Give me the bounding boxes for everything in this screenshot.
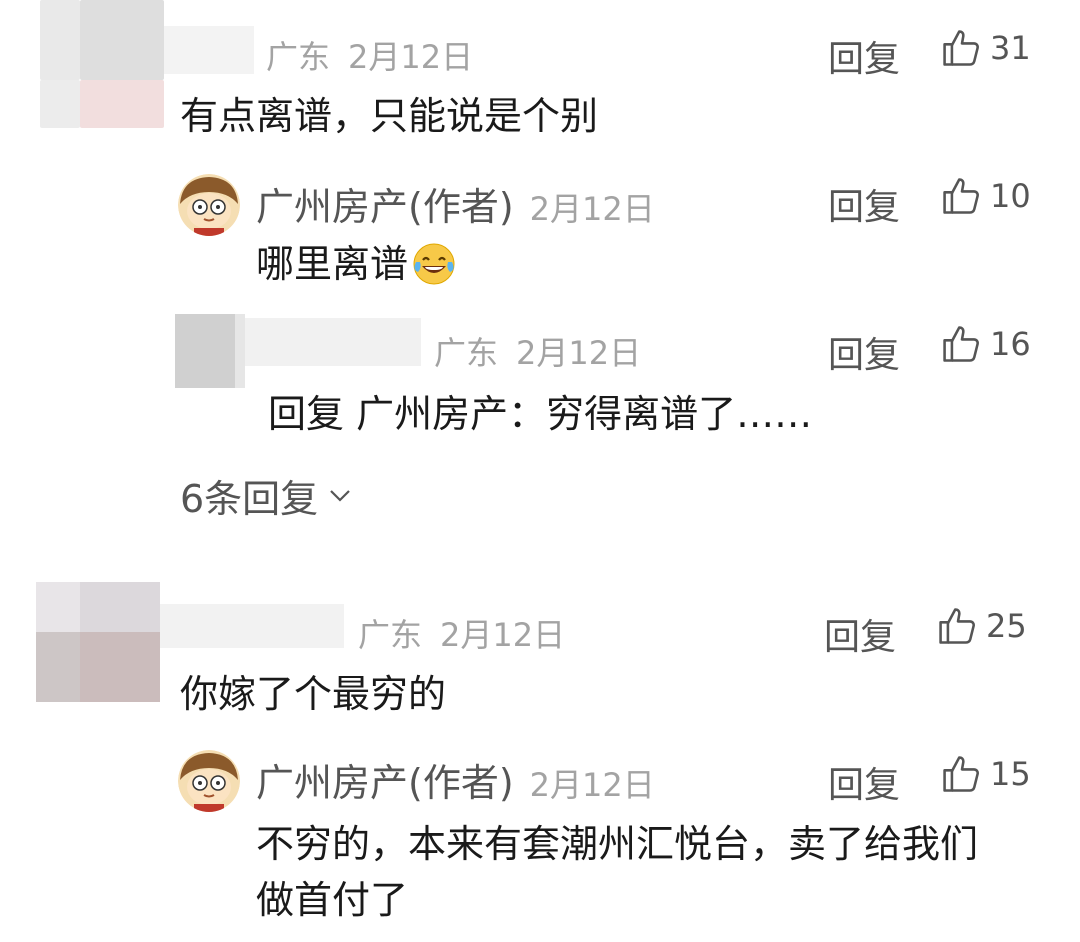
avatar[interactable] (36, 582, 160, 702)
like-count: 16 (990, 325, 1031, 363)
like-button[interactable]: 31 (940, 26, 1031, 70)
laughing-tears-emoji (413, 243, 455, 285)
username-redacted[interactable] (160, 604, 344, 648)
comment-text: 有点离谱，只能说是个别 (180, 94, 599, 138)
thumbs-up-icon (943, 178, 979, 214)
username-redacted[interactable] (245, 318, 421, 366)
location: 广东 (434, 334, 499, 372)
reply-text: 回复 广州房产：穷得离谱了…… (268, 392, 813, 436)
author-avatar[interactable] (178, 750, 240, 812)
reply-text-line1: 不穷的，本来有套潮州汇悦台，卖了给我们 (256, 822, 979, 866)
comment-meta: 广东 2月12日 (358, 610, 565, 656)
author-name[interactable]: 广州房产(作者) (256, 752, 514, 807)
author-line: 广州房产(作者) 2月12日 (256, 752, 655, 807)
reply-button[interactable]: 回复 (828, 326, 900, 378)
thumbs-up-icon (943, 756, 979, 792)
comment-meta: 广东 2月12日 (266, 32, 473, 78)
comment-2: 广东 2月12日 回复 25 你嫁了个最穷的 广州房产(作者) 2月12日 回复 … (0, 570, 1080, 942)
date: 2月12日 (440, 616, 566, 654)
thumbs-up-icon (943, 30, 979, 66)
like-count: 15 (990, 755, 1031, 793)
username-redacted[interactable] (164, 26, 254, 74)
reply-button[interactable]: 回复 (828, 178, 900, 230)
thumbs-up-icon (939, 608, 975, 644)
author-tag: (作者) (408, 761, 514, 805)
avatar[interactable] (40, 0, 164, 128)
reply-button[interactable]: 回复 (824, 608, 896, 660)
like-count: 25 (986, 607, 1027, 645)
like-button[interactable]: 15 (940, 752, 1031, 796)
reply-button[interactable]: 回复 (828, 30, 900, 82)
date: 2月12日 (529, 190, 655, 228)
date: 2月12日 (348, 38, 474, 76)
author-line: 广州房产(作者) 2月12日 (256, 176, 655, 231)
avatar[interactable] (175, 314, 245, 388)
author-tag: (作者) (408, 185, 514, 229)
cartoon-face-icon (178, 174, 240, 236)
more-replies-label: 6条回复 (180, 477, 319, 521)
location: 广东 (266, 38, 331, 76)
comment-meta: 广东 2月12日 (434, 328, 641, 374)
cartoon-face-icon (178, 750, 240, 812)
date: 2月12日 (529, 766, 655, 804)
thumbs-up-icon (943, 326, 979, 362)
like-button[interactable]: 25 (936, 604, 1027, 648)
expand-replies-button[interactable]: 6条回复 (180, 468, 352, 523)
chevron-down-icon (330, 489, 350, 502)
date: 2月12日 (516, 334, 642, 372)
location: 广东 (358, 616, 423, 654)
author-avatar[interactable] (178, 174, 240, 236)
reply-button[interactable]: 回复 (828, 756, 900, 808)
like-button[interactable]: 16 (940, 322, 1031, 366)
reply-text-line2: 做首付了 (256, 878, 409, 922)
reply-text: 哪里离谱 (256, 240, 458, 288)
like-button[interactable]: 10 (940, 174, 1031, 218)
author-name[interactable]: 广州房产(作者) (256, 176, 514, 231)
comment-1: 广东 2月12日 回复 31 有点离谱，只能说是个别 广州房产(作者) 2月12日… (0, 0, 1080, 540)
like-count: 31 (990, 29, 1031, 67)
comment-text: 你嫁了个最穷的 (180, 672, 447, 716)
like-count: 10 (990, 177, 1031, 215)
